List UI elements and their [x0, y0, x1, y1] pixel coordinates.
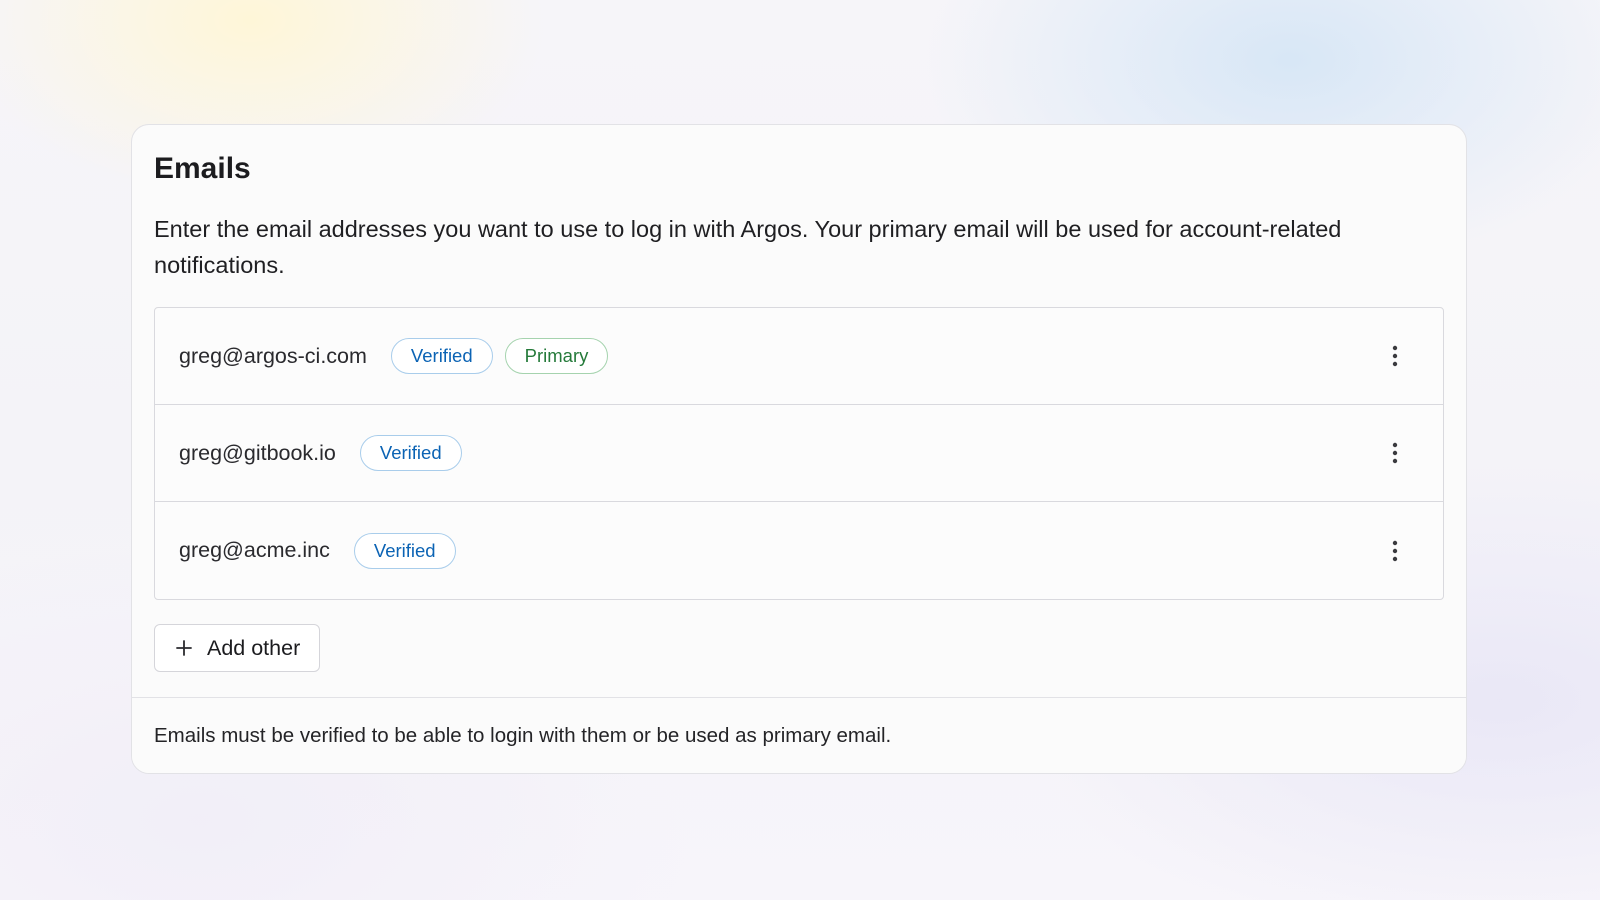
primary-badge: Primary [504, 338, 609, 374]
add-email-label: Add other [207, 635, 301, 660]
add-email-button[interactable]: Add other [154, 624, 321, 672]
email-list: greg@argos-ci.com Verified Primary greg@… [154, 307, 1444, 600]
email-address: greg@argos-ci.com [179, 343, 367, 368]
email-address: greg@acme.inc [179, 538, 330, 562]
footer-hint: Emails must be verified to be able to lo… [154, 723, 892, 747]
verified-badge: Verified [353, 532, 456, 569]
section-title: Emails [154, 152, 251, 185]
email-address: greg@gitbook.io [179, 440, 336, 465]
email-row: greg@argos-ci.com Verified Primary [155, 308, 1443, 405]
plus-icon [175, 639, 193, 657]
section-description: Enter the email addresses you want to us… [154, 216, 1342, 278]
more-vertical-icon [1392, 442, 1398, 464]
email-actions-button[interactable] [1381, 342, 1409, 370]
email-row: greg@acme.inc Verified [155, 502, 1443, 599]
email-row: greg@gitbook.io Verified [155, 405, 1443, 502]
emails-settings-card: Emails Enter the email addresses you wan… [131, 124, 1467, 774]
email-actions-button[interactable] [1381, 439, 1409, 467]
verified-badge: Verified [359, 435, 462, 471]
card-footer: Emails must be verified to be able to lo… [132, 697, 1466, 773]
more-vertical-icon [1392, 345, 1398, 367]
more-vertical-icon [1392, 540, 1398, 561]
email-actions-button[interactable] [1381, 537, 1409, 565]
card-body: Emails Enter the email addresses you wan… [132, 125, 1466, 672]
verified-badge: Verified [390, 338, 493, 374]
